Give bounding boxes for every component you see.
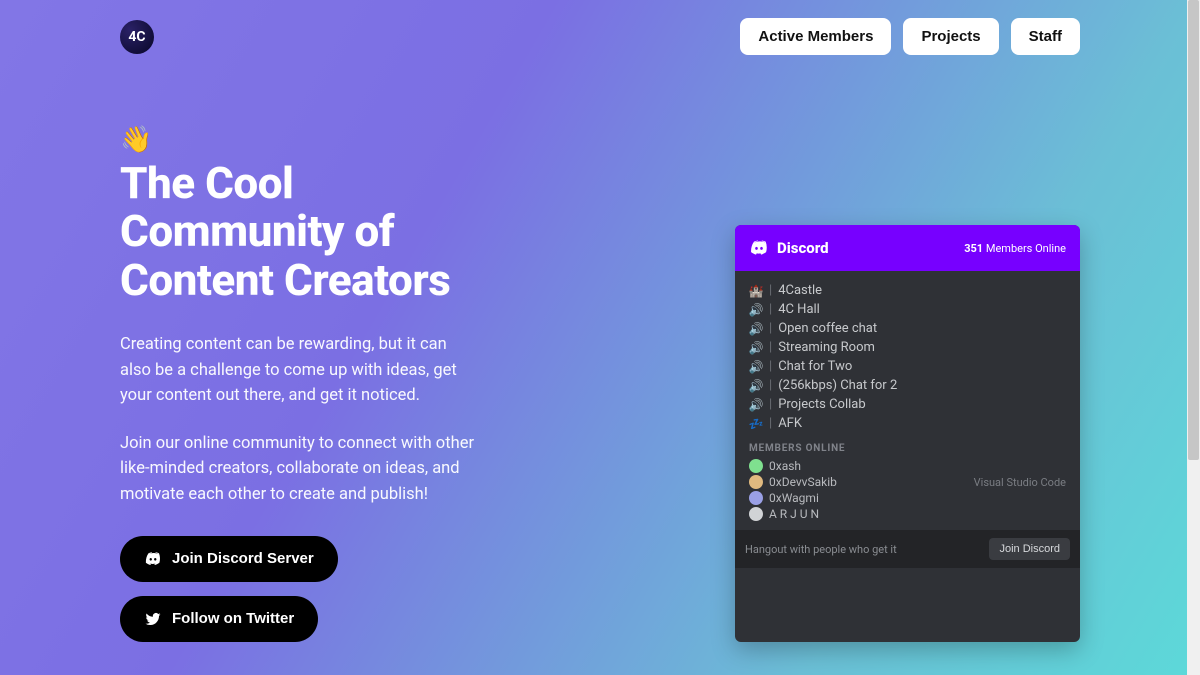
discord-widget-header: Discord 351 Members Online [735, 225, 1080, 271]
discord-online-count: 351 [964, 242, 983, 255]
wave-emoji: 👋 [120, 125, 520, 155]
member-name: 0xDevvSakib [769, 475, 837, 489]
follow-twitter-label: Follow on Twitter [172, 610, 294, 627]
discord-member[interactable]: 0xWagmi [735, 490, 1080, 506]
member-avatar [749, 507, 763, 521]
hero-title: The Cool Community of Content Creators [120, 159, 520, 304]
member-name: 0xash [769, 459, 801, 473]
channel-icon: 🔊 [749, 303, 763, 317]
scrollbar-track[interactable] [1187, 0, 1200, 675]
channel-name: AFK [778, 416, 802, 431]
channel-pipe: | [769, 340, 772, 355]
channel-pipe: | [769, 321, 772, 336]
member-name: A R J U N [769, 507, 819, 521]
nav-projects[interactable]: Projects [903, 18, 998, 55]
discord-online-status: 351 Members Online [964, 242, 1066, 255]
discord-widget: Discord 351 Members Online 🏰 | 4Castle 🔊 | 4C… [735, 225, 1080, 642]
discord-channel[interactable]: 🔊 | Chat for Two [735, 357, 1080, 376]
nav-staff[interactable]: Staff [1011, 18, 1080, 55]
discord-member[interactable]: 0xDevvSakib Visual Studio Code [735, 474, 1080, 490]
channel-name: Open coffee chat [778, 321, 877, 336]
channel-pipe: | [769, 359, 772, 374]
channel-icon: 🏰 [749, 284, 763, 298]
channel-icon: 🔊 [749, 341, 763, 355]
discord-logo-icon [749, 238, 769, 258]
channel-name: (256kbps) Chat for 2 [778, 378, 897, 393]
member-avatar [749, 475, 763, 489]
channel-icon: 🔊 [749, 360, 763, 374]
channel-pipe: | [769, 283, 772, 298]
discord-brand-text: Discord [777, 239, 829, 257]
cta-group: Join Discord Server Follow on Twitter [120, 536, 520, 642]
discord-channel[interactable]: 🔊 | Projects Collab [735, 395, 1080, 414]
join-discord-label: Join Discord Server [172, 550, 314, 567]
twitter-icon [144, 610, 162, 628]
join-discord-button[interactable]: Join Discord Server [120, 536, 338, 582]
hero-para-2: Join our online community to connect wit… [120, 431, 480, 508]
discord-brand: Discord [749, 238, 829, 258]
logo-text: 4C [128, 29, 145, 45]
discord-footer-tag: Hangout with people who get it [745, 543, 897, 556]
header: 4C Active Members Projects Staff [120, 0, 1080, 55]
join-discord-widget-button[interactable]: Join Discord [989, 538, 1070, 560]
channel-icon: 💤 [749, 417, 763, 431]
channel-name: Projects Collab [778, 397, 865, 412]
discord-widget-footer: Hangout with people who get it Join Disc… [735, 530, 1080, 568]
discord-online-label: Members Online [986, 242, 1066, 255]
discord-channel[interactable]: 🔊 | 4C Hall [735, 300, 1080, 319]
discord-widget-wrap: Discord 351 Members Online 🏰 | 4Castle 🔊 | 4C… [580, 125, 1080, 642]
discord-channel[interactable]: 💤 | AFK [735, 414, 1080, 433]
member-avatar [749, 459, 763, 473]
channel-name: 4C Hall [778, 302, 820, 317]
discord-channel[interactable]: 🔊 | Streaming Room [735, 338, 1080, 357]
member-avatar [749, 491, 763, 505]
discord-channel[interactable]: 🔊 | Open coffee chat [735, 319, 1080, 338]
hero-para-1: Creating content can be rewarding, but i… [120, 332, 480, 409]
discord-member[interactable]: 0xash [735, 458, 1080, 474]
member-name: 0xWagmi [769, 491, 819, 505]
logo[interactable]: 4C [120, 20, 154, 54]
main: 👋 The Cool Community of Content Creators… [120, 55, 1080, 642]
discord-widget-body: 🏰 | 4Castle 🔊 | 4C Hall 🔊 | Open coffee chat 🔊 | St… [735, 271, 1080, 530]
discord-channel[interactable]: 🔊 | (256kbps) Chat for 2 [735, 376, 1080, 395]
follow-twitter-button[interactable]: Follow on Twitter [120, 596, 318, 642]
nav: Active Members Projects Staff [740, 18, 1080, 55]
channel-pipe: | [769, 397, 772, 412]
channel-name: Streaming Room [778, 340, 875, 355]
channel-icon: 🔊 [749, 322, 763, 336]
nav-active-members[interactable]: Active Members [740, 18, 891, 55]
discord-member[interactable]: A R J U N [735, 506, 1080, 522]
channel-pipe: | [769, 302, 772, 317]
hero: 👋 The Cool Community of Content Creators… [120, 125, 520, 642]
channel-icon: 🔊 [749, 379, 763, 393]
channel-pipe: | [769, 416, 772, 431]
member-activity: Visual Studio Code [974, 476, 1066, 489]
members-online-header: MEMBERS ONLINE [735, 433, 1080, 458]
scrollbar-thumb[interactable] [1188, 0, 1199, 460]
channel-name: Chat for Two [778, 359, 852, 374]
channel-name: 4Castle [778, 283, 822, 298]
channel-icon: 🔊 [749, 398, 763, 412]
discord-channel[interactable]: 🏰 | 4Castle [735, 281, 1080, 300]
channel-pipe: | [769, 378, 772, 393]
discord-icon [144, 550, 162, 568]
